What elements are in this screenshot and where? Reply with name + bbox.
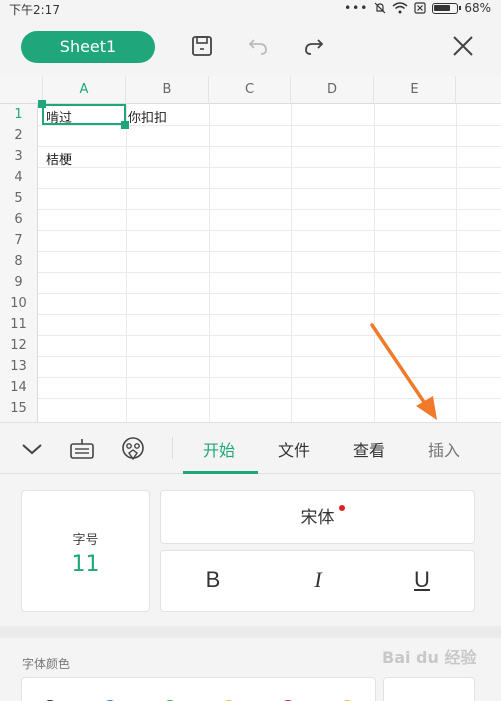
column-header-f[interactable] (456, 76, 501, 104)
new-badge-dot (339, 505, 345, 511)
section-divider (0, 626, 501, 638)
grid-line (38, 398, 501, 399)
tab-file[interactable]: 文件 (278, 437, 310, 461)
row-header-11[interactable]: 11 (0, 314, 38, 335)
spreadsheet-grid[interactable]: A B C D E 1 2 3 4 5 6 7 8 9 10 11 12 13 … (0, 76, 501, 422)
sheet-name-button[interactable]: Sheet1 (21, 31, 155, 63)
status-icons: ••• 68% (344, 1, 491, 15)
column-header-a[interactable]: A (43, 76, 126, 104)
row-header-7[interactable]: 7 (0, 230, 38, 251)
grid-line (38, 356, 501, 357)
font-size-button[interactable]: 字号 11 (21, 490, 150, 612)
redo-button[interactable] (300, 32, 328, 60)
font-size-value: 11 (71, 552, 100, 577)
row-header-4[interactable]: 4 (0, 167, 38, 188)
column-header-d[interactable]: D (291, 76, 374, 104)
cell-a3[interactable]: 桔梗 (46, 149, 72, 168)
row-header-2[interactable]: 2 (0, 125, 38, 146)
emoji-button[interactable] (119, 435, 147, 463)
cell-selection (42, 104, 126, 125)
status-bar: 下午2:17 ••• 68% (0, 0, 501, 18)
row-header-1[interactable]: 1 (0, 104, 38, 125)
top-toolbar: Sheet1 (0, 18, 501, 76)
battery-percent: 68% (464, 1, 491, 15)
close-icon (453, 36, 473, 56)
grid-line (38, 251, 501, 252)
row-header-10[interactable]: 10 (0, 293, 38, 314)
save-button[interactable] (188, 32, 216, 60)
cell-b1[interactable]: 你扣扣 (128, 107, 167, 126)
grid-line (38, 293, 501, 294)
font-name-button[interactable]: 宋体 (160, 490, 475, 544)
grid-line (291, 104, 292, 422)
row-header-8[interactable]: 8 (0, 251, 38, 272)
grid-line (38, 125, 501, 126)
column-header-c[interactable]: C (209, 76, 291, 104)
undo-button[interactable] (244, 32, 272, 60)
row-header-15[interactable]: 15 (0, 398, 38, 422)
save-icon (192, 36, 212, 56)
tab-insert[interactable]: 插入 (428, 437, 460, 461)
row-header-12[interactable]: 12 (0, 335, 38, 356)
redo-icon (305, 39, 324, 55)
bold-button[interactable]: B (193, 567, 233, 597)
mute-bell-icon (374, 2, 386, 14)
grid-line (38, 188, 501, 189)
selection-handle-top-left[interactable] (38, 100, 46, 108)
underline-button[interactable]: U (402, 567, 442, 597)
close-button[interactable] (449, 32, 477, 60)
grid-line (38, 209, 501, 210)
tab-separator (172, 437, 173, 459)
grid-line (126, 104, 127, 422)
font-size-label: 字号 (72, 533, 99, 548)
row-header-3[interactable]: 3 (0, 146, 38, 167)
grid-line (209, 104, 210, 422)
row-header-9[interactable]: 9 (0, 272, 38, 293)
keyboard-button[interactable] (68, 435, 96, 463)
watermark-text: Bai du 经验 (382, 648, 477, 667)
grid-line (38, 230, 501, 231)
grid-line (38, 272, 501, 273)
corner-cell[interactable] (0, 76, 43, 104)
font-name-label: 宋体 (300, 508, 335, 528)
row-header-5[interactable]: 5 (0, 188, 38, 209)
grid-line (374, 104, 375, 422)
keyboard-icon (70, 439, 94, 459)
face-icon (122, 437, 144, 461)
tab-start[interactable]: 开始 (203, 437, 235, 461)
column-header-row: A B C D E (0, 76, 501, 104)
more-colors-button[interactable] (383, 677, 475, 701)
battery-icon (432, 2, 462, 14)
font-color-label: 字体颜色 (22, 657, 71, 671)
row-header-6[interactable]: 6 (0, 209, 38, 230)
grid-line (456, 104, 457, 422)
more-icon: ••• (344, 1, 369, 15)
tab-view[interactable]: 查看 (353, 437, 385, 461)
grid-line (38, 167, 501, 168)
row-header-13[interactable]: 13 (0, 356, 38, 377)
grid-line (38, 377, 501, 378)
wifi-icon (392, 2, 408, 14)
status-time: 下午2:17 (9, 3, 60, 17)
chevron-down-icon (22, 444, 42, 455)
column-header-b[interactable]: B (126, 76, 209, 104)
font-color-swatches (21, 677, 376, 701)
grid-line (38, 314, 501, 315)
font-style-group: B I U (160, 550, 475, 612)
column-header-e[interactable]: E (374, 76, 456, 104)
bottom-tab-bar: 开始 文件 查看 插入 (0, 422, 501, 474)
undo-icon (248, 39, 267, 55)
row-header-14[interactable]: 14 (0, 377, 38, 398)
selection-handle-bottom-right[interactable] (121, 121, 129, 129)
no-sim-icon (414, 2, 426, 14)
grid-line (38, 335, 501, 336)
grid-line (38, 146, 501, 147)
italic-button[interactable]: I (298, 567, 338, 597)
collapse-button[interactable] (18, 435, 46, 463)
